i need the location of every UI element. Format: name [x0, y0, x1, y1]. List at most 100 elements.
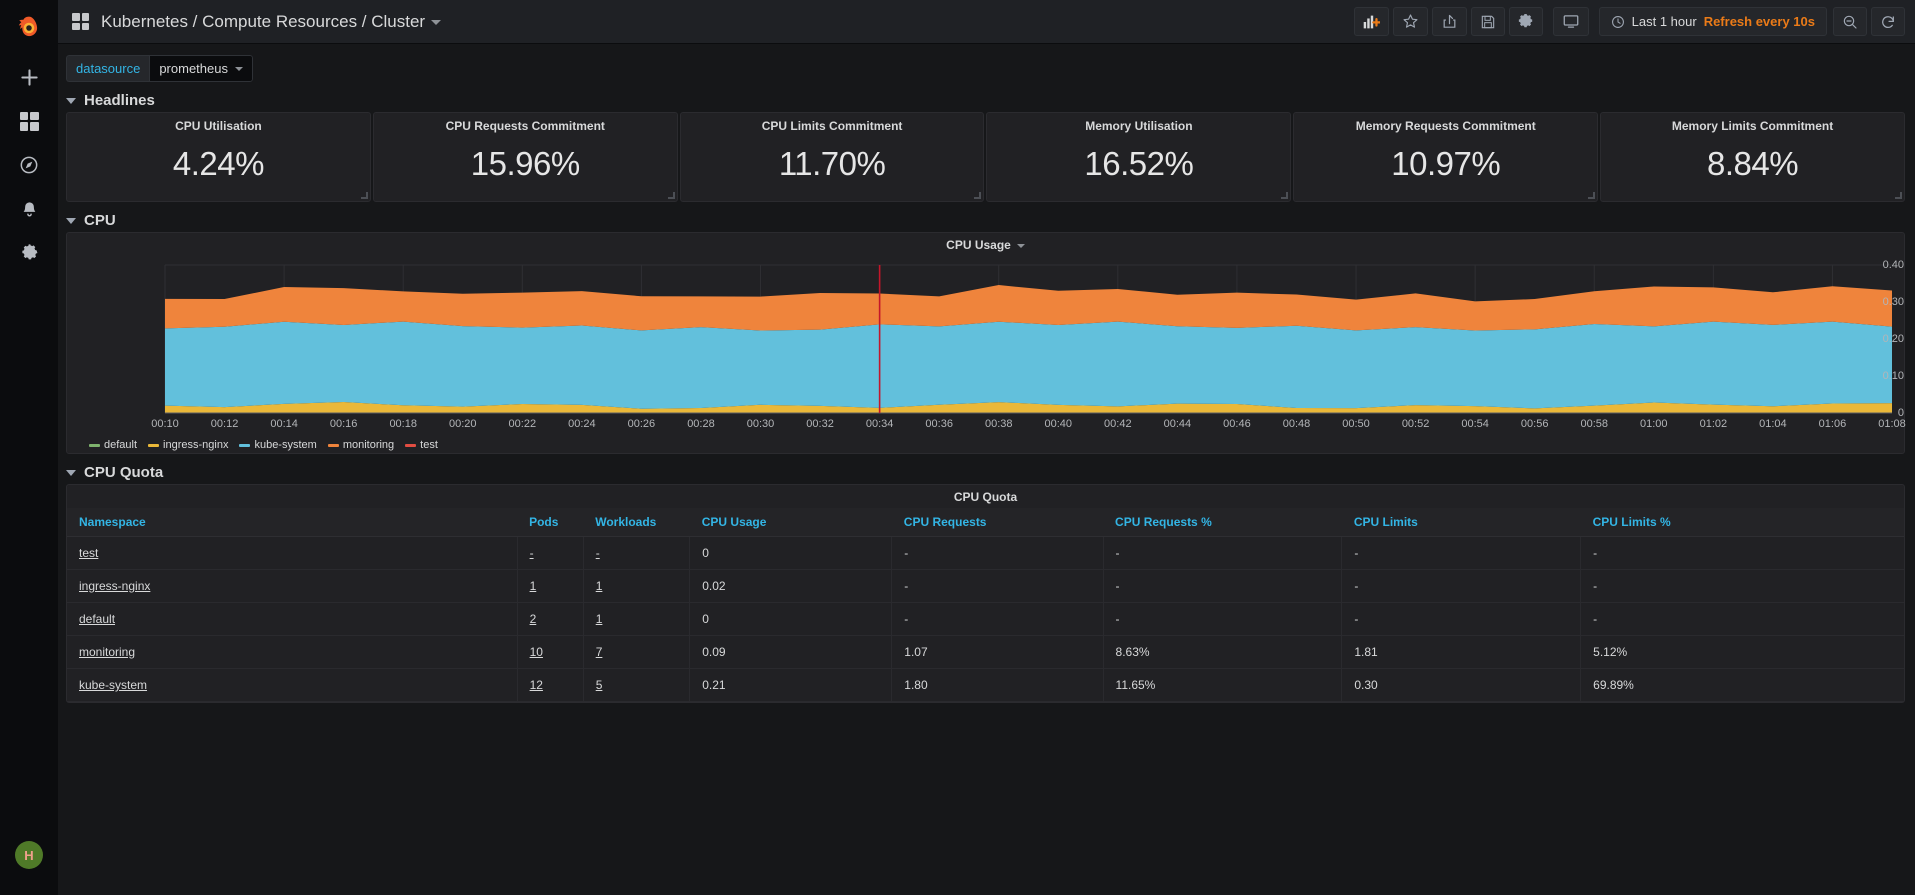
x-axis-tick: 00:16 — [329, 418, 358, 430]
resize-handle[interactable] — [360, 192, 368, 199]
cell-link[interactable]: 7 — [596, 645, 603, 659]
share-button[interactable] — [1431, 7, 1467, 36]
table-cell-workloads[interactable]: 1 — [583, 569, 691, 603]
legend-item-kube-system[interactable]: kube-system — [239, 439, 317, 451]
table-column-header-cpu-requests-pct[interactable]: CPU Requests % — [1103, 508, 1342, 537]
table-cell-pods[interactable]: 10 — [517, 635, 584, 669]
avatar[interactable]: H — [15, 841, 43, 869]
legend-item-monitoring[interactable]: monitoring — [327, 439, 394, 451]
table-cell-namespace[interactable]: monitoring — [67, 635, 518, 669]
table-cell-pods[interactable]: 1 — [517, 569, 584, 603]
legend-item-test[interactable]: test — [405, 439, 438, 451]
x-axis-tick: 00:10 — [151, 418, 179, 430]
stat-panel-cpu-limits-commitment[interactable]: CPU Limits Commitment 11.70% — [679, 112, 985, 202]
table-cell-namespace[interactable]: kube-system — [67, 668, 518, 702]
table-cell-namespace[interactable]: default — [67, 602, 518, 636]
stat-panel-cpu-requests-commitment[interactable]: CPU Requests Commitment 15.96% — [372, 112, 678, 202]
table-cell-pods[interactable]: 2 — [517, 602, 584, 636]
table-column-header-cpu-requests[interactable]: CPU Requests — [891, 508, 1104, 537]
settings-button[interactable] — [1508, 7, 1543, 36]
resize-handle[interactable] — [667, 192, 675, 199]
grafana-logo-icon[interactable] — [0, 0, 58, 55]
table-column-header-cpu-limits-pct[interactable]: CPU Limits % — [1580, 508, 1904, 537]
table-cell-cpu-usage: 0.02 — [689, 569, 893, 603]
resize-handle[interactable] — [1894, 192, 1902, 199]
cpu-usage-plot[interactable]: 0 0.10 0.20 0.30 0.40 00:10 00:12 00:14 00:16 00… — [67, 257, 1906, 455]
add-panel-button[interactable] — [1353, 7, 1389, 36]
table-column-header-cpu-usage[interactable]: CPU Usage — [689, 508, 892, 537]
table-cell-namespace[interactable]: test — [67, 536, 518, 570]
resize-handle[interactable] — [974, 192, 982, 199]
cell-link[interactable]: default — [79, 612, 115, 626]
table-cell-workloads[interactable]: 7 — [583, 635, 691, 669]
chevron-down-icon[interactable] — [1016, 243, 1025, 248]
table-cell-pods[interactable]: - — [517, 536, 584, 570]
zoom-out-button[interactable] — [1833, 7, 1867, 36]
table-cell-workloads[interactable]: - — [583, 536, 691, 570]
time-range-picker[interactable]: Last 1 hour Refresh every 10s — [1598, 7, 1827, 36]
variable-value-dropdown[interactable]: prometheus — [149, 55, 253, 82]
chevron-down-icon — [234, 66, 243, 71]
stat-panel-memory-requests-commitment[interactable]: Memory Requests Commitment 10.97% — [1293, 112, 1599, 202]
table-cell-workloads[interactable]: 1 — [583, 602, 691, 636]
table-cell-workloads[interactable]: 5 — [583, 668, 691, 702]
save-button[interactable] — [1470, 7, 1505, 36]
sidebar-item-explore[interactable] — [0, 143, 58, 187]
cell-link[interactable]: 1 — [530, 579, 537, 593]
legend-item-ingress-nginx[interactable]: ingress-nginx — [148, 439, 228, 451]
table-column-header-namespace[interactable]: Namespace — [67, 508, 518, 537]
row-header-cpu[interactable]: CPU — [66, 212, 1915, 229]
stat-panel-cpu-utilisation[interactable]: CPU Utilisation 4.24% — [66, 112, 371, 202]
resize-handle[interactable] — [1588, 192, 1596, 199]
table-column-header-cpu-limits[interactable]: CPU Limits — [1341, 508, 1581, 537]
x-axis-tick: 01:00 — [1640, 418, 1668, 430]
table-cell-cpu-requests-pct: - — [1103, 536, 1343, 570]
table-cell-cpu-usage: 0.09 — [689, 635, 893, 669]
x-axis-tick: 00:54 — [1461, 418, 1489, 430]
x-axis-tick: 00:52 — [1401, 418, 1430, 430]
cell-link[interactable]: - — [596, 546, 600, 560]
cell-link[interactable]: kube-system — [79, 678, 147, 692]
x-axis-tick: 00:34 — [865, 418, 894, 430]
resize-handle[interactable] — [1281, 192, 1289, 199]
table-cell-pods[interactable]: 12 — [517, 668, 584, 702]
x-axis-tick: 00:22 — [508, 418, 537, 430]
refresh-interval-label: Refresh every 10s — [1703, 14, 1815, 29]
dashboard-body: datasource prometheus Headlines CPU Util… — [58, 44, 1915, 895]
cell-link[interactable]: 5 — [596, 678, 603, 692]
stat-panel-title: CPU Utilisation — [175, 119, 262, 133]
refresh-button[interactable] — [1871, 7, 1905, 36]
table-header-row: Namespace Pods Workloads CPU Usage CPU Reque… — [67, 508, 1904, 537]
sidebar-item-alerting[interactable] — [0, 187, 58, 231]
x-axis-tick: 00:28 — [687, 418, 715, 430]
cell-link[interactable]: test — [79, 546, 98, 560]
cell-link[interactable]: 1 — [596, 579, 603, 593]
cell-link[interactable]: monitoring — [79, 645, 135, 659]
cell-link[interactable]: 12 — [530, 678, 543, 692]
tv-mode-button[interactable] — [1552, 7, 1589, 36]
sidebar-item-configuration[interactable] — [0, 231, 58, 275]
cell-link[interactable]: 1 — [596, 612, 603, 626]
cell-link[interactable]: 2 — [530, 612, 537, 626]
stat-panel-memory-utilisation[interactable]: Memory Utilisation 16.52% — [986, 112, 1292, 202]
x-axis-tick: 00:46 — [1223, 418, 1251, 430]
x-axis-tick: 00:38 — [984, 418, 1013, 430]
cell-link[interactable]: 10 — [530, 645, 543, 659]
table-column-header-workloads[interactable]: Workloads — [583, 508, 690, 537]
star-button[interactable] — [1392, 7, 1428, 36]
panel-title-cpu-usage[interactable]: CPU Usage — [67, 233, 1904, 252]
sidebar-item-create[interactable] — [0, 55, 58, 99]
table-cell-namespace[interactable]: ingress-nginx — [67, 569, 518, 603]
row-header-headlines[interactable]: Headlines — [66, 92, 1915, 109]
cell-link[interactable]: ingress-nginx — [79, 579, 150, 593]
x-axis-tick: 00:48 — [1282, 418, 1311, 430]
cell-link[interactable]: - — [530, 546, 534, 560]
table-column-header-pods[interactable]: Pods — [517, 508, 584, 537]
sidebar-item-dashboards[interactable] — [0, 99, 58, 143]
table-cell-cpu-limits-pct: - — [1580, 569, 1904, 603]
legend-item-default[interactable]: default — [89, 439, 137, 451]
stat-panel-memory-limits-commitment[interactable]: Memory Limits Commitment 8.84% — [1600, 112, 1905, 202]
row-header-cpu-quota[interactable]: CPU Quota — [66, 464, 1915, 481]
page-title[interactable]: Kubernetes / Compute Resources / Cluster — [101, 12, 442, 32]
chevron-down-icon[interactable] — [431, 19, 442, 25]
